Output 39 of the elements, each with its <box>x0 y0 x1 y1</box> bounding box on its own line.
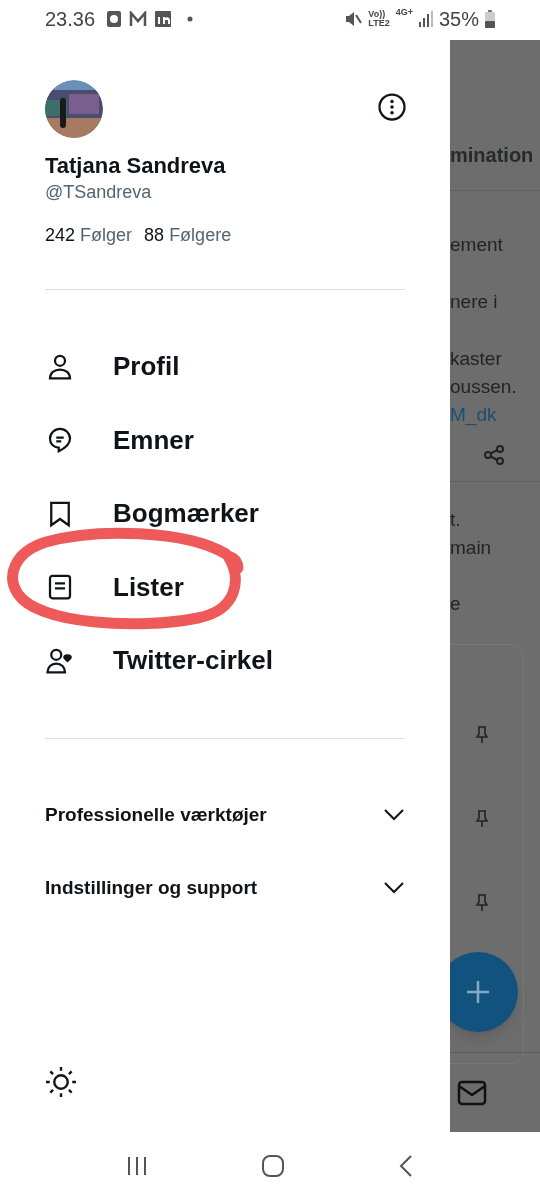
mail-notification-icon <box>129 11 148 27</box>
lte-label: LTE2 <box>368 19 390 28</box>
volte-label: Vo)) <box>368 10 386 19</box>
section-toggle[interactable]: Indstillinger og support <box>45 851 405 925</box>
following-link[interactable]: 242 Følger <box>45 222 133 249</box>
menu-item[interactable]: Twitter-cirkel <box>45 624 405 698</box>
menu-item[interactable]: Lister <box>45 550 405 624</box>
section-toggle[interactable]: Professionelle værktøjer <box>45 778 405 852</box>
tweet-text: ement <box>450 233 504 257</box>
battery-percentage: 35% <box>438 7 479 32</box>
menu-item[interactable]: Emner <box>45 403 405 477</box>
tweet-text: oussen. <box>450 375 518 399</box>
tweet-text: main <box>450 536 493 560</box>
mail-icon[interactable] <box>457 1079 487 1106</box>
profile-handle: @TSandreva <box>45 181 153 204</box>
mute-icon <box>344 10 363 28</box>
profile-name[interactable]: Tatjana Sandreva <box>45 152 405 180</box>
sun-icon[interactable] <box>43 1064 79 1100</box>
dot-icon <box>187 16 194 22</box>
tweet-text: e <box>450 592 462 616</box>
tweet-text: t. <box>450 508 462 532</box>
tweet-text: kaster <box>450 347 503 371</box>
menu-item[interactable]: Profil <box>45 330 405 404</box>
back-icon[interactable] <box>397 1154 414 1178</box>
plus-icon <box>465 979 491 1005</box>
tweet-text: nere i <box>450 290 499 314</box>
network-label: 4G+ <box>395 6 413 19</box>
tab-label: mination <box>450 143 535 168</box>
menu-item[interactable]: Bogmærker <box>45 477 405 551</box>
share-icon[interactable] <box>482 443 506 467</box>
recent-apps-icon[interactable] <box>126 1155 149 1177</box>
more-icon[interactable] <box>377 92 407 122</box>
battery-icon <box>485 10 495 28</box>
signal-icon <box>418 11 433 27</box>
clock: 23.36 <box>45 7 96 32</box>
clock-app-icon <box>107 11 122 27</box>
home-icon[interactable] <box>261 1154 285 1178</box>
linkedin-icon <box>155 11 172 27</box>
followers-link[interactable]: 88 Følgere <box>144 222 232 249</box>
